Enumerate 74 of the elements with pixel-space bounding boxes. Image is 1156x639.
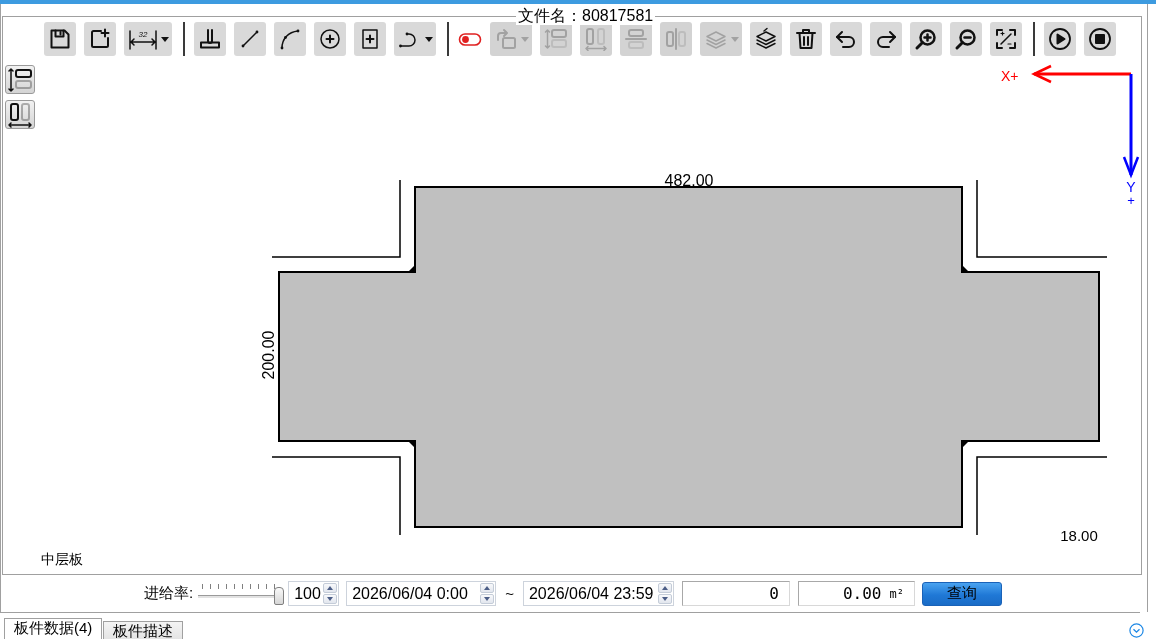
play-button[interactable] (1044, 22, 1076, 56)
tab[interactable]: 板件描述 (103, 621, 184, 639)
layer-label: 中层板 (41, 551, 83, 567)
start-date-field[interactable]: 2026/06/04 0:00 (346, 581, 497, 606)
arc-button[interactable] (274, 22, 306, 56)
caret-icon (520, 36, 529, 42)
count-field[interactable]: 0 (681, 581, 790, 606)
groove-button[interactable] (194, 22, 226, 56)
zoom-out-icon (954, 27, 978, 51)
layers-icon (754, 27, 778, 51)
circle-plus-icon (318, 27, 342, 51)
line-button[interactable] (234, 22, 266, 56)
vertical-spacing-icon (544, 27, 568, 51)
undo-button[interactable] (830, 22, 862, 56)
caret-icon (424, 36, 433, 42)
caret-down-icon (327, 597, 334, 601)
arc-icon (278, 27, 302, 51)
curve-button[interactable] (394, 22, 436, 56)
x-axis-label: X+ (1001, 68, 1019, 84)
height-dimension-label: 200.00 (260, 330, 277, 380)
area-unit-label: m² (889, 586, 904, 601)
spin-up-button[interactable] (657, 583, 672, 593)
delete-button[interactable] (790, 22, 822, 56)
thickness-label: 18.00 (1060, 527, 1098, 544)
horizontal-layout-button[interactable] (5, 100, 35, 129)
vertical-layout-button[interactable] (5, 65, 35, 94)
caret-down-icon (661, 597, 668, 601)
spin-up-button[interactable] (480, 583, 495, 593)
caret-up-icon (484, 586, 491, 590)
spin-down-button[interactable] (657, 594, 672, 604)
spin-up-button[interactable] (323, 583, 338, 593)
feed-rate-spinbox[interactable]: 100 (288, 581, 340, 606)
chevron-down-icon[interactable] (1129, 623, 1144, 638)
y-axis-sign-label: + (1127, 193, 1135, 208)
tab[interactable]: 板件数据(4) (4, 618, 103, 639)
trash-icon (794, 27, 818, 51)
horizontal-stack-icon (8, 101, 32, 128)
caret-up-icon (661, 586, 668, 590)
zoom-in-icon (914, 27, 938, 51)
query-button[interactable]: 查询 (921, 581, 1002, 606)
feed-rate-label: 进给率: (144, 584, 194, 603)
groove-icon (198, 27, 222, 51)
horizontal-spacing-icon (584, 27, 608, 51)
new-page-icon (88, 27, 112, 51)
align-vertical-icon (664, 27, 688, 51)
spin-down-button[interactable] (480, 594, 495, 604)
file-name-label: 文件名：80817581 (516, 7, 656, 25)
new-button[interactable] (84, 22, 116, 56)
width-dimension-label: 482.00 (664, 172, 714, 189)
stop-icon (1088, 27, 1112, 51)
vertical-stack-icon (8, 66, 32, 93)
play-icon (1048, 27, 1072, 51)
redo-button[interactable] (870, 22, 902, 56)
fit-view-button[interactable] (990, 22, 1022, 56)
area-field[interactable]: 0.00 m² (797, 581, 915, 606)
caret-down-icon (484, 597, 491, 601)
zoom-out-button[interactable] (950, 22, 982, 56)
end-date-field[interactable]: 2026/06/04 23:59 (522, 581, 674, 606)
spin-down-button[interactable] (323, 594, 338, 604)
stop-button[interactable] (1084, 22, 1116, 56)
rectangle-button[interactable] (354, 22, 386, 56)
caret-up-icon (327, 586, 334, 590)
slider-thumb[interactable] (274, 586, 285, 605)
range-separator: ~ (505, 585, 514, 602)
save-button[interactable] (44, 22, 76, 56)
layer-stack-button[interactable] (750, 22, 782, 56)
dimension-button[interactable]: 32 (124, 22, 172, 56)
caret-icon (160, 36, 169, 42)
caret-icon (730, 36, 739, 42)
circle-button[interactable] (314, 22, 346, 56)
zoom-in-button[interactable] (910, 22, 942, 56)
y-axis-label: Y (1126, 179, 1136, 195)
fit-view-icon (994, 27, 1018, 51)
align-horizontal-icon (624, 27, 648, 51)
